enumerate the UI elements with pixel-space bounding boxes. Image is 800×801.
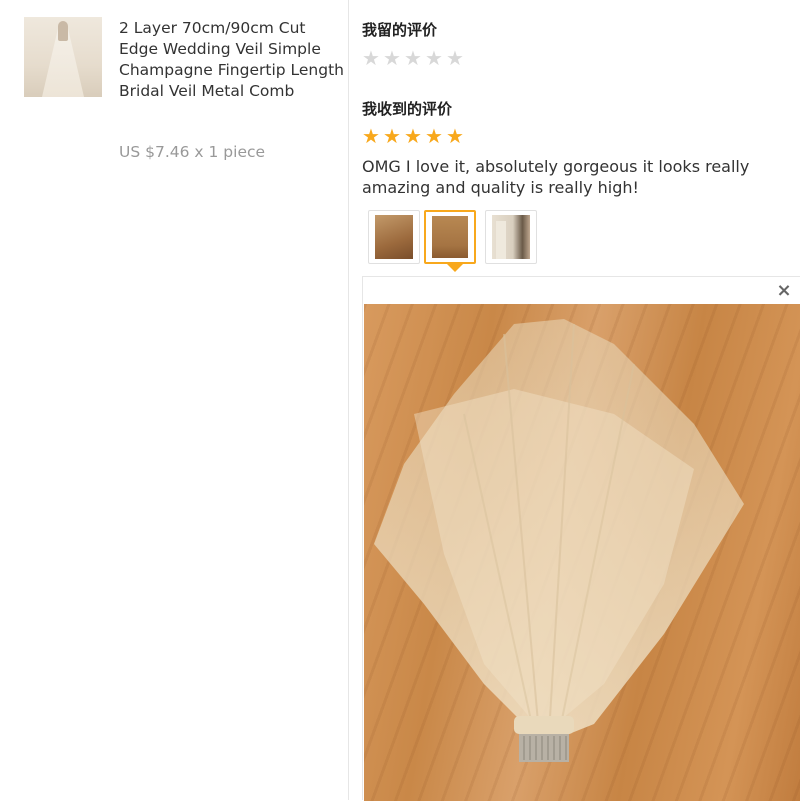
star-icon[interactable]: ★ bbox=[362, 48, 382, 68]
star-icon: ★ bbox=[383, 124, 401, 148]
review-panel: 我留的评价 ★ ★ ★ ★ ★ 我收到的评价 ★ ★ ★ ★ ★ OMG I love it, … bbox=[362, 0, 800, 801]
star-icon[interactable]: ★ bbox=[425, 48, 445, 68]
close-icon[interactable]: × bbox=[776, 282, 792, 300]
received-review-stars: ★ ★ ★ ★ ★ bbox=[362, 126, 466, 146]
review-text: OMG I love it, absolutely gorgeous it lo… bbox=[362, 157, 750, 197]
order-item-panel: 2 Layer 70cm/90cm Cut Edge Wedding Veil … bbox=[0, 0, 349, 800]
mannequin-head bbox=[58, 21, 68, 41]
review-photo-large[interactable] bbox=[364, 304, 800, 801]
photo-image bbox=[375, 215, 413, 259]
photo-image bbox=[492, 215, 530, 259]
product-price: US $7.46 x 1 piece bbox=[119, 143, 266, 161]
photo-viewer: × bbox=[362, 276, 800, 801]
veil-photo-svg bbox=[374, 319, 744, 762]
star-icon[interactable]: ★ bbox=[446, 48, 466, 68]
star-icon: ★ bbox=[404, 124, 422, 148]
review-photo-thumb-1[interactable] bbox=[368, 210, 420, 264]
received-review-heading: 我收到的评价 bbox=[362, 100, 453, 118]
my-review-heading: 我留的评价 bbox=[362, 21, 438, 39]
my-review-stars[interactable]: ★ ★ ★ ★ ★ bbox=[362, 48, 466, 68]
review-photo-thumb-3[interactable] bbox=[485, 210, 537, 264]
star-icon: ★ bbox=[425, 124, 443, 148]
star-icon: ★ bbox=[362, 124, 380, 148]
active-photo-caret bbox=[447, 264, 463, 272]
star-icon: ★ bbox=[446, 124, 464, 148]
photo-image bbox=[432, 216, 468, 258]
review-photo-thumb-2[interactable] bbox=[424, 210, 476, 264]
star-icon[interactable]: ★ bbox=[383, 48, 403, 68]
product-thumbnail[interactable] bbox=[24, 17, 102, 97]
star-icon[interactable]: ★ bbox=[404, 48, 424, 68]
product-title[interactable]: 2 Layer 70cm/90cm Cut Edge Wedding Veil … bbox=[119, 18, 345, 102]
